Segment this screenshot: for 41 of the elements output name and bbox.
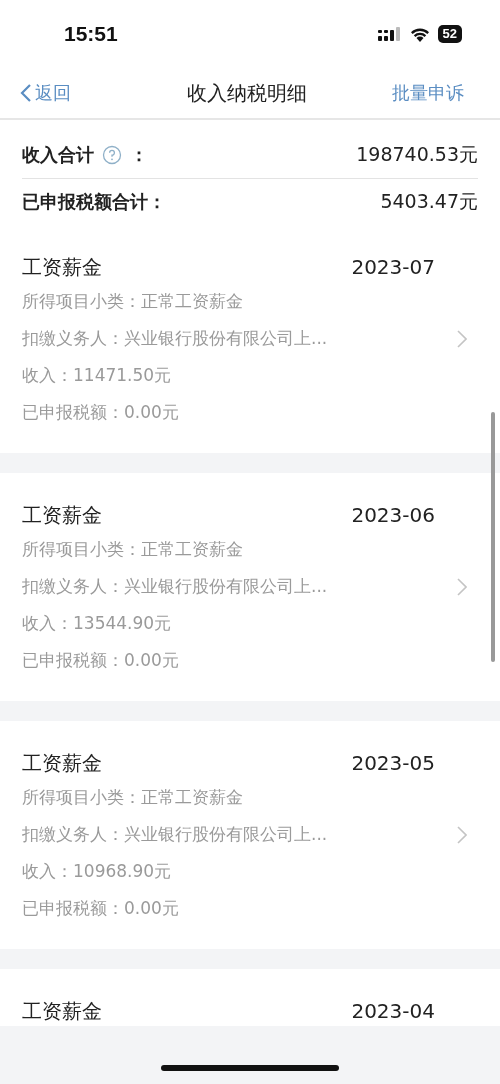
chevron-right-icon: [457, 825, 467, 844]
record-date: 2023-04: [351, 999, 435, 1023]
back-button[interactable]: 返回: [20, 81, 71, 105]
record-title: 工资薪金: [22, 501, 102, 529]
record-detail: 所得项目小类：正常工资薪金: [22, 538, 243, 561]
chevron-right-icon: [457, 577, 467, 596]
summary-colon: ：: [130, 143, 148, 167]
record-detail: 扣缴义务人：兴业银行股份有限公司上...: [22, 823, 328, 846]
signal-icon: [377, 27, 402, 41]
chevron-left-icon: [20, 83, 32, 103]
record-title: 工资薪金: [22, 253, 102, 281]
record-detail: 扣缴义务人：兴业银行股份有限公司上...: [22, 327, 328, 350]
summary-label: 收入合计: [22, 143, 94, 167]
summary-value: 198740.53元: [356, 142, 478, 167]
record-date: 2023-07: [351, 255, 435, 279]
record-detail: 所得项目小类：正常工资薪金: [22, 786, 243, 809]
record-detail: 已申报税额：0.00元: [22, 649, 179, 672]
record-date: 2023-05: [351, 751, 435, 775]
record-card[interactable]: 工资薪金 2023-07 所得项目小类：正常工资薪金 扣缴义务人：兴业银行股份有限公司上... 收入：11471.50元 已申报税额：0.00元: [0, 225, 500, 453]
record-detail: 所得项目小类：正常工资薪金: [22, 290, 243, 313]
record-card[interactable]: 工资薪金 2023-05 所得项目小类：正常工资薪金 扣缴义务人：兴业银行股份有限公司上... 收入：10968.90元 已申报税额：0.00元: [0, 721, 500, 949]
record-title: 工资薪金: [22, 749, 102, 777]
wifi-icon: [409, 26, 430, 42]
record-detail: 收入：13544.90元: [22, 612, 172, 635]
page-title: 收入纳税明细: [186, 79, 307, 107]
summary-value: 5403.47元: [380, 189, 478, 214]
record-date: 2023-06: [351, 503, 435, 527]
battery-indicator: 52: [437, 25, 462, 43]
record-detail: 已申报税额：0.00元: [22, 897, 179, 920]
record-title: 工资薪金: [22, 997, 102, 1025]
record-detail: 收入：10968.90元: [22, 860, 172, 883]
batch-appeal-button[interactable]: 批量申诉: [392, 81, 464, 105]
record-detail: 已申报税额：0.00元: [22, 401, 179, 424]
chevron-right-icon: [457, 329, 467, 348]
summary-label: 已申报税额合计：: [22, 190, 166, 214]
record-detail: 扣缴义务人：兴业银行股份有限公司上...: [22, 575, 328, 598]
help-icon[interactable]: [102, 145, 122, 165]
record-detail: 收入：11471.50元: [22, 364, 172, 387]
record-card[interactable]: 工资薪金 2023-04: [0, 969, 500, 1026]
record-card[interactable]: 工资薪金 2023-06 所得项目小类：正常工资薪金 扣缴义务人：兴业银行股份有限公司上... 收入：13544.90元 已申报税额：0.00元: [0, 473, 500, 701]
status-time: 15:51: [64, 22, 118, 46]
